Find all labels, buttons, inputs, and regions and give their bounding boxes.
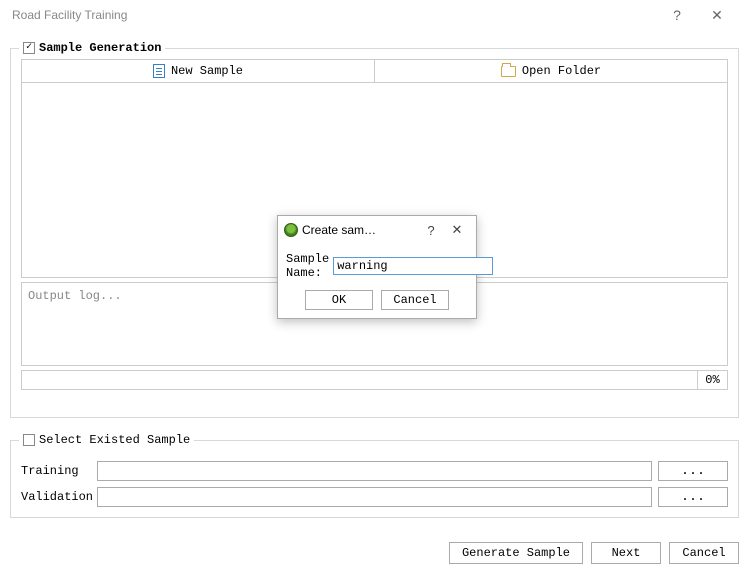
select-existed-checkbox[interactable] <box>23 434 35 446</box>
dialog-ok-button[interactable]: OK <box>305 290 373 310</box>
open-folder-button[interactable]: Open Folder <box>374 60 727 82</box>
open-folder-label: Open Folder <box>522 64 601 78</box>
dialog-cancel-button[interactable]: Cancel <box>381 290 449 310</box>
progress-bar <box>21 370 698 390</box>
window-titlebar: Road Facility Training ? ✕ <box>0 0 749 30</box>
dialog-title: Create sam… <box>302 223 418 237</box>
validation-browse-button[interactable]: ... <box>658 487 728 507</box>
sample-name-label: Sample Name: <box>286 252 329 280</box>
select-existed-group: Select Existed Sample Training ... Valid… <box>10 440 739 518</box>
training-label: Training <box>21 464 91 478</box>
create-sample-dialog: Create sam… ? ✕ Sample Name: OK Cancel <box>277 215 477 319</box>
sample-name-input[interactable] <box>333 257 493 275</box>
window-help-button[interactable]: ? <box>657 7 697 23</box>
training-input[interactable] <box>97 461 652 481</box>
window-close-button[interactable]: ✕ <box>697 7 737 24</box>
sample-generation-title: Sample Generation <box>39 41 161 55</box>
training-browse-button[interactable]: ... <box>658 461 728 481</box>
generate-sample-button[interactable]: Generate Sample <box>449 542 583 564</box>
app-icon <box>284 223 298 237</box>
window-title: Road Facility Training <box>12 8 657 22</box>
next-button[interactable]: Next <box>591 542 661 564</box>
footer-actions: Generate Sample Next Cancel <box>449 542 739 564</box>
dialog-help-button[interactable]: ? <box>418 223 444 238</box>
new-sample-label: New Sample <box>171 64 243 78</box>
folder-icon <box>501 66 516 77</box>
cancel-button[interactable]: Cancel <box>669 542 739 564</box>
validation-label: Validation <box>21 490 91 504</box>
dialog-close-button[interactable]: ✕ <box>444 222 470 238</box>
progress-label: 0% <box>698 370 728 390</box>
select-existed-title: Select Existed Sample <box>39 433 190 447</box>
document-icon <box>153 64 165 78</box>
validation-input[interactable] <box>97 487 652 507</box>
new-sample-button[interactable]: New Sample <box>22 60 374 82</box>
sample-generation-checkbox[interactable]: ✓ <box>23 42 35 54</box>
